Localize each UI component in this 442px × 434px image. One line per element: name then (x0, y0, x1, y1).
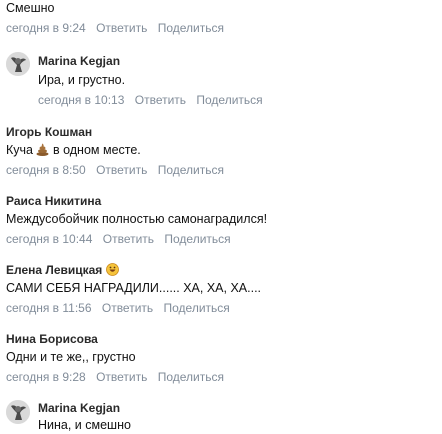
reply-button[interactable]: Ответить (102, 301, 153, 315)
comment-author[interactable]: Игорь Кошман (6, 125, 92, 139)
comment-time[interactable]: сегодня в 8:50 (6, 163, 86, 177)
comment-meta: сегодня в 9:28 Ответить Поделиться (6, 370, 231, 384)
comment-text: Куча в одном месте. (6, 143, 141, 157)
reply-button[interactable]: Ответить (103, 232, 154, 246)
comment-time[interactable]: сегодня в 11:56 (6, 301, 92, 315)
share-button[interactable]: Поделиться (196, 93, 262, 107)
reply-button[interactable]: Ответить (135, 93, 186, 107)
reply-button[interactable]: Ответить (96, 21, 147, 35)
comment-author[interactable]: Нина Борисова (6, 332, 98, 346)
comment-author[interactable]: Елена Левицкая (6, 263, 102, 277)
reply-button[interactable]: Ответить (96, 370, 147, 384)
comment-author-line: Елена Левицкая (6, 263, 119, 277)
comment-meta: сегодня в 10:13 Ответить Поделиться (38, 93, 270, 107)
comment-text: Междусобойчик полностью самонаградился! (6, 212, 268, 226)
comment-time[interactable]: сегодня в 10:44 (6, 232, 92, 246)
avatar[interactable] (6, 52, 30, 76)
comment-text: Ира, и грустно. (38, 73, 126, 87)
reply-button[interactable]: Ответить (96, 163, 147, 177)
comment-text: САМИ СЕБЯ НАГРАДИЛИ...... ХА, ХА, ХА.... (6, 281, 262, 295)
comment-text: Одни и те же,, грустно (6, 350, 136, 364)
comment-meta: сегодня в 9:24 Ответить Поделиться (6, 21, 231, 35)
share-button[interactable]: Поделиться (164, 232, 230, 246)
person-photo-icon (6, 400, 30, 424)
comment-text: Смешно (6, 1, 55, 15)
poop-emoji-icon (36, 143, 49, 156)
comment-text: Нина, и смешно (38, 418, 131, 432)
comment-time[interactable]: сегодня в 9:28 (6, 370, 86, 384)
share-button[interactable]: Поделиться (158, 21, 224, 35)
person-photo-icon (6, 52, 30, 76)
comment-meta: сегодня в 8:50 Ответить Поделиться (6, 163, 231, 177)
comment-author[interactable]: Marina Kegjan (38, 401, 120, 415)
comment-time[interactable]: сегодня в 9:24 (6, 21, 86, 35)
avatar[interactable] (6, 400, 30, 424)
comment-meta: сегодня в 10:44 Ответить Поделиться (6, 232, 238, 246)
comment-time[interactable]: сегодня в 10:13 (38, 93, 124, 107)
share-button[interactable]: Поделиться (158, 163, 224, 177)
comment-meta: сегодня в 11:56 Ответить Поделиться (6, 301, 237, 315)
comment-author[interactable]: Marina Kegjan (38, 54, 120, 68)
share-button[interactable]: Поделиться (164, 301, 230, 315)
share-button[interactable]: Поделиться (158, 370, 224, 384)
comment-text-end: в одном месте. (52, 143, 141, 157)
comment-text-start: Куча (6, 143, 33, 157)
comment-author[interactable]: Раиса Никитина (6, 194, 101, 208)
smiling-face-emoji-icon (105, 263, 119, 276)
